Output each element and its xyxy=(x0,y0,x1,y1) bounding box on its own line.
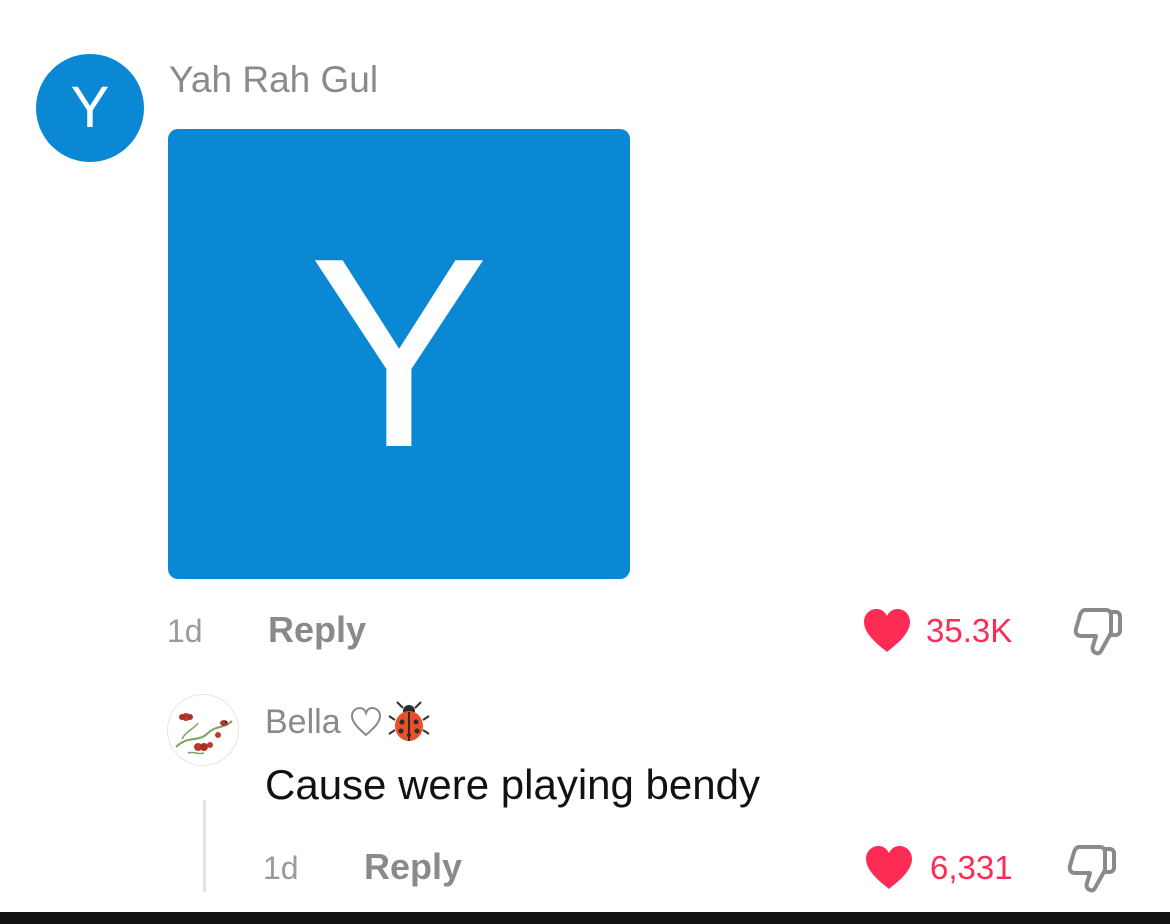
heart-filled-icon[interactable] xyxy=(862,608,912,654)
reply-like-count: 6,331 xyxy=(930,849,1013,886)
bottom-divider xyxy=(0,912,1170,924)
heart-filled-icon[interactable] xyxy=(864,845,914,891)
reply-username: Bella xyxy=(265,703,341,741)
ladybug-icon xyxy=(388,701,430,741)
reply-timestamp: 1d xyxy=(263,850,299,886)
reply-button[interactable]: Reply xyxy=(268,608,366,652)
thread-line xyxy=(203,800,206,892)
comment-image-letter: Y xyxy=(308,203,490,504)
comment-username[interactable]: Yah Rah Gul xyxy=(169,58,378,102)
reply-username-row[interactable]: Bella xyxy=(265,700,431,744)
comment-timestamp: 1d xyxy=(167,613,203,649)
like-count: 35.3K xyxy=(926,612,1013,649)
reply-avatar[interactable] xyxy=(167,694,239,766)
comment-image[interactable]: Y xyxy=(168,129,630,579)
avatar-letter: Y xyxy=(70,75,110,140)
comments-view: Y Yah Rah Gul Y 1d Reply 35.3K Bella Cau… xyxy=(0,0,1170,924)
heart-outline-icon xyxy=(350,706,381,737)
thumbs-down-icon[interactable] xyxy=(1072,606,1124,656)
thumbs-down-icon[interactable] xyxy=(1066,843,1118,893)
floral-avatar-image xyxy=(175,713,233,755)
reply-reply-button[interactable]: Reply xyxy=(364,845,462,889)
user-avatar[interactable]: Y xyxy=(36,54,144,162)
reply-text: Cause were playing bendy xyxy=(265,761,760,808)
